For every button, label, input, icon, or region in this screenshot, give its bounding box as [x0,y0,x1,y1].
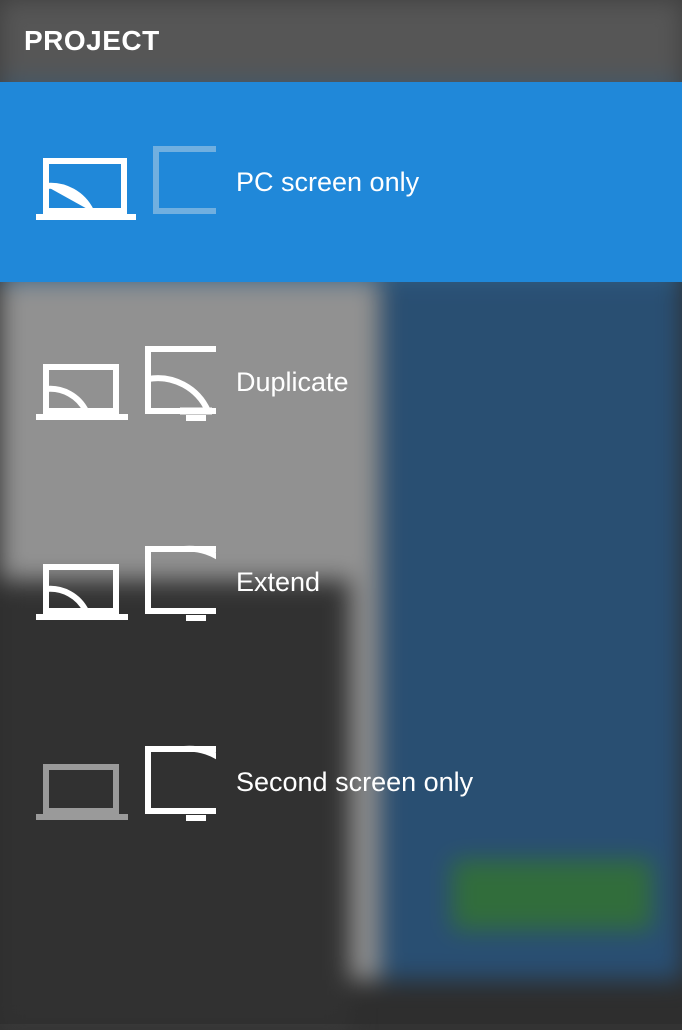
option-label: Duplicate [236,367,349,398]
option-label: Second screen only [236,767,473,798]
panel-title: PROJECT [24,25,160,57]
project-panel: PROJECT PC scr [0,0,682,1024]
option-second-screen-only[interactable]: Second screen only [0,682,682,882]
option-label: Extend [236,567,320,598]
pc-screen-only-icon [36,137,216,227]
panel-header: PROJECT [0,0,682,82]
project-options-list: PC screen only [0,82,682,882]
option-extend[interactable]: Extend [0,482,682,682]
extend-icon [36,537,216,627]
option-duplicate[interactable]: Duplicate [0,282,682,482]
second-screen-only-icon [36,737,216,827]
duplicate-icon [36,337,216,427]
option-label: PC screen only [236,167,419,198]
option-pc-screen-only[interactable]: PC screen only [0,82,682,282]
